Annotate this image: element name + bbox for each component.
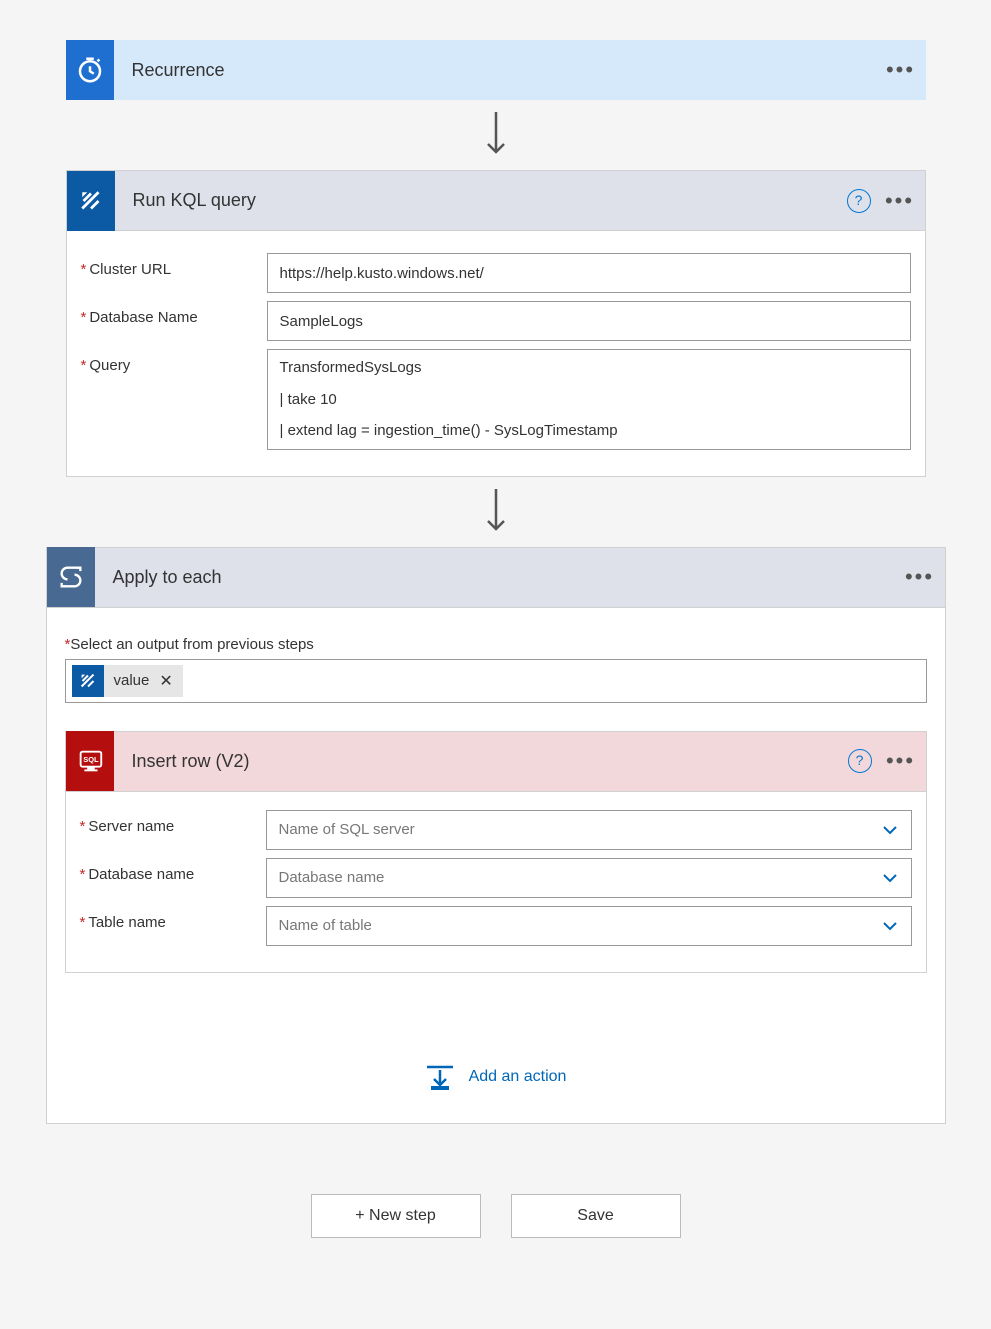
query-line: | extend lag = ingestion_time() - SysLog… [280, 421, 898, 441]
select-output-label: *Select an output from previous steps [65, 636, 927, 653]
token-label: value [114, 672, 150, 689]
svg-text:SQL: SQL [83, 755, 99, 764]
insert-icon [425, 1063, 455, 1091]
select-output-input[interactable]: value ✕ [65, 659, 927, 703]
placeholder-text: Database name [279, 869, 385, 886]
add-action-label: Add an action [469, 1068, 567, 1086]
query-input[interactable]: TransformedSysLogs | take 10 | extend la… [267, 349, 911, 450]
kql-body: Cluster URL https://help.kusto.windows.n… [67, 231, 925, 476]
field-row: Query TransformedSysLogs | take 10 | ext… [81, 349, 911, 450]
query-label: Query [81, 349, 267, 374]
chevron-down-icon [881, 917, 899, 935]
more-icon[interactable]: ••• [885, 188, 925, 214]
placeholder-text: Name of table [279, 917, 372, 934]
database-name-input[interactable]: SampleLogs [267, 301, 911, 341]
chevron-down-icon [881, 869, 899, 887]
cluster-url-input[interactable]: https://help.kusto.windows.net/ [267, 253, 911, 293]
loop-icon [47, 547, 95, 607]
more-icon[interactable]: ••• [886, 57, 926, 83]
query-line: TransformedSysLogs [280, 358, 898, 378]
field-row: Server name Name of SQL server [80, 810, 912, 850]
table-name-label: Table name [80, 906, 266, 931]
more-icon[interactable]: ••• [886, 748, 926, 774]
footer-buttons: + New step Save [40, 1194, 951, 1238]
insert-row-title: Insert row (V2) [114, 751, 848, 772]
chevron-down-icon [881, 821, 899, 839]
apply-body: *Select an output from previous steps va… [47, 608, 945, 1123]
recurrence-header[interactable]: Recurrence ••• [66, 40, 926, 100]
field-row: Database Name SampleLogs [81, 301, 911, 341]
data-explorer-icon [67, 171, 115, 231]
data-explorer-icon [72, 665, 104, 697]
database-name-label: Database Name [81, 301, 267, 326]
field-row: Table name Name of table [80, 906, 912, 946]
apply-title: Apply to each [95, 567, 905, 588]
clock-icon [66, 40, 114, 100]
add-action-button[interactable]: Add an action [65, 1063, 927, 1091]
close-icon[interactable]: ✕ [159, 671, 172, 691]
help-icon[interactable]: ? [848, 749, 872, 773]
field-row: Database name Database name [80, 858, 912, 898]
kql-header[interactable]: Run KQL query ? ••• [67, 171, 925, 231]
connector-arrow [66, 110, 926, 160]
table-name-select[interactable]: Name of table [266, 906, 912, 946]
sql-icon: SQL [66, 731, 114, 791]
query-line: | take 10 [280, 390, 898, 410]
recurrence-card[interactable]: Recurrence ••• [66, 40, 926, 100]
insert-row-header[interactable]: SQL Insert row (V2) ? ••• [66, 732, 926, 792]
recurrence-title: Recurrence [114, 60, 886, 81]
database-name-label: Database name [80, 858, 266, 883]
insert-row-body: Server name Name of SQL server Database … [66, 792, 926, 972]
kql-card: Run KQL query ? ••• Cluster URL https://… [66, 170, 926, 477]
new-step-button[interactable]: + New step [311, 1194, 481, 1238]
value-token[interactable]: value ✕ [72, 665, 183, 697]
cluster-url-label: Cluster URL [81, 253, 267, 278]
kql-title: Run KQL query [115, 190, 847, 211]
database-name-select[interactable]: Database name [266, 858, 912, 898]
more-icon[interactable]: ••• [905, 564, 945, 590]
server-name-label: Server name [80, 810, 266, 835]
apply-to-each-card: Apply to each ••• *Select an output from… [46, 547, 946, 1124]
help-icon[interactable]: ? [847, 189, 871, 213]
connector-arrow [66, 487, 926, 537]
placeholder-text: Name of SQL server [279, 821, 415, 838]
save-button[interactable]: Save [511, 1194, 681, 1238]
field-row: Cluster URL https://help.kusto.windows.n… [81, 253, 911, 293]
server-name-select[interactable]: Name of SQL server [266, 810, 912, 850]
apply-header[interactable]: Apply to each ••• [47, 548, 945, 608]
insert-row-card: SQL Insert row (V2) ? ••• Server name Na… [65, 731, 927, 973]
